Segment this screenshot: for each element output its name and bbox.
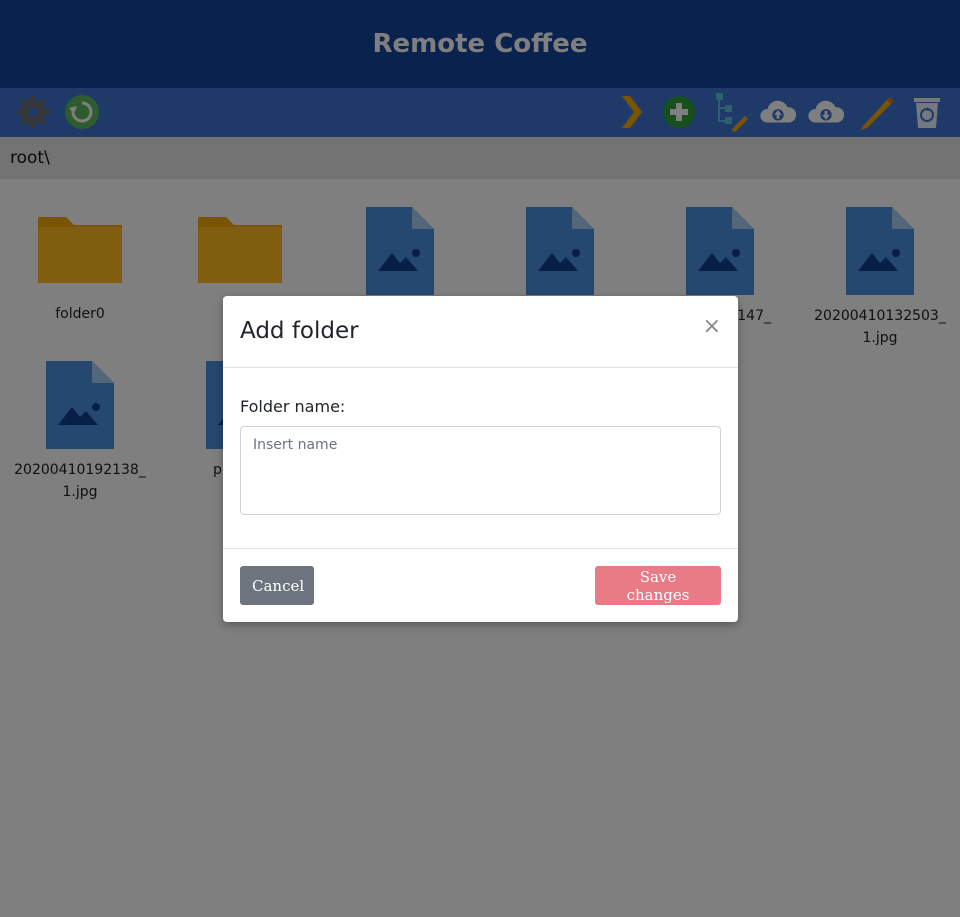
modal-header: Add folder × [223, 296, 738, 368]
modal-body: Folder name: [223, 368, 738, 548]
folder-name-label: Folder name: [240, 397, 346, 416]
modal-footer: Cancel Save changes [223, 548, 738, 622]
save-changes-button[interactable]: Save changes [595, 566, 721, 605]
add-folder-dialog: Add folder × Folder name: Cancel Save ch… [223, 296, 738, 622]
close-icon[interactable]: × [703, 316, 721, 338]
modal-title: Add folder [240, 318, 359, 344]
folder-name-input[interactable] [240, 426, 721, 515]
cancel-button[interactable]: Cancel [240, 566, 314, 605]
